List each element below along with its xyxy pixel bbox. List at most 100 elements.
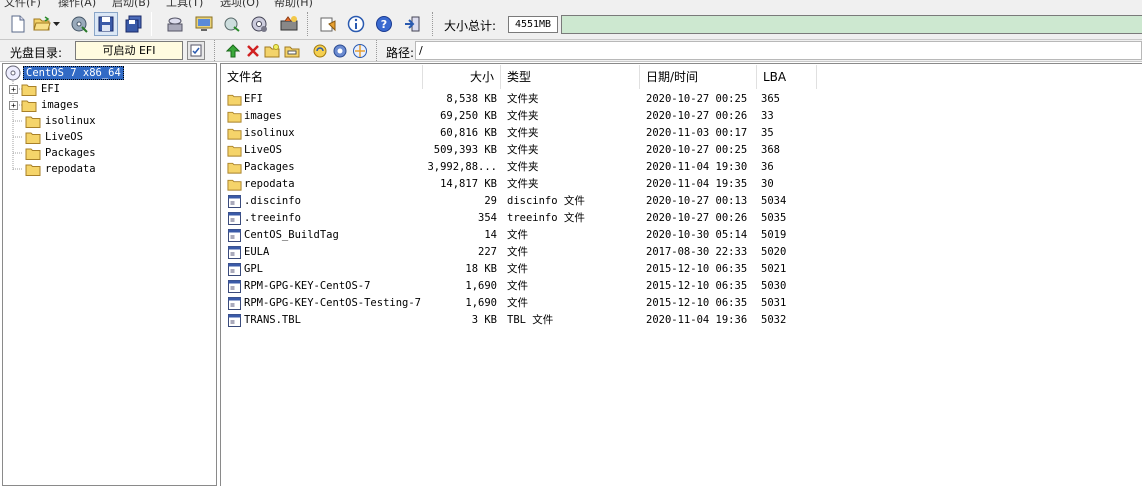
- boot-type-field[interactable]: 可启动 EFI: [75, 41, 183, 60]
- column-header-lba[interactable]: LBA: [757, 65, 817, 89]
- file-row[interactable]: isolinux 60,816 KB 文件夹 2020-11-03 00:17 35: [221, 125, 1142, 142]
- file-lba: 5035: [761, 212, 787, 224]
- column-header-type[interactable]: 类型: [501, 65, 640, 89]
- delete-button[interactable]: [243, 41, 262, 60]
- menu-boot[interactable]: 启动(B): [112, 0, 150, 8]
- tree-item-packages[interactable]: Packages: [25, 145, 96, 161]
- properties-icon: [251, 16, 267, 32]
- rename-button[interactable]: [282, 41, 301, 60]
- tree-item-repodata[interactable]: repodata: [25, 161, 96, 177]
- file-name-cell: Packages: [227, 159, 423, 176]
- file-row[interactable]: TRANS.TBL 3 KB TBL 文件 2020-11-04 19:36 5032: [221, 312, 1142, 329]
- column-header-date[interactable]: 日期/时间: [640, 65, 757, 89]
- tree-item-efi[interactable]: + EFI: [9, 81, 60, 97]
- file-row[interactable]: repodata 14,817 KB 文件夹 2020-11-04 19:35 30: [221, 176, 1142, 193]
- burn-button[interactable]: [163, 12, 187, 36]
- menu-help[interactable]: 帮助(H): [274, 0, 313, 8]
- open-dropdown[interactable]: [50, 12, 62, 36]
- saveas-button[interactable]: [122, 12, 146, 36]
- menu-tools[interactable]: 工具(T): [166, 0, 203, 8]
- expand-icon[interactable]: +: [9, 100, 18, 110]
- path-label: 路径:: [386, 46, 415, 60]
- svg-text:?: ?: [381, 18, 387, 31]
- file-date: 2015-12-10 06:35: [646, 297, 748, 309]
- file-date: 2020-11-04 19:35: [646, 178, 748, 190]
- expand-icon[interactable]: +: [9, 84, 18, 94]
- file-type: 文件夹: [507, 178, 539, 190]
- menu-options[interactable]: 选项(O): [220, 0, 259, 8]
- file-row[interactable]: images 69,250 KB 文件夹 2020-10-27 00:26 33: [221, 108, 1142, 125]
- file-size: 1,690: [465, 280, 497, 292]
- new-folder-button[interactable]: [262, 41, 281, 60]
- file-name: GPL: [244, 263, 263, 275]
- new-button[interactable]: [6, 12, 30, 36]
- directory-tree[interactable]: CentOS 7 x86_64 + EFI + images isolinux …: [2, 63, 217, 486]
- file-date: 2020-10-27 00:26: [646, 110, 748, 122]
- file-name-cell: LiveOS: [227, 142, 423, 159]
- file-row[interactable]: Packages 3,992,88... 文件夹 2020-11-04 19:30 36: [221, 159, 1142, 176]
- refresh-button[interactable]: [310, 41, 329, 60]
- boot-properties-button[interactable]: [187, 41, 205, 60]
- file-row[interactable]: CentOS_BuildTag 14 文件 2020-10-30 05:14 5019: [221, 227, 1142, 244]
- file-lba: 365: [761, 93, 780, 105]
- exit-button[interactable]: [400, 12, 424, 36]
- checklist-icon: [190, 44, 202, 57]
- file-name-cell: EFI: [227, 91, 423, 108]
- new-folder-icon: [264, 43, 279, 57]
- up-level-button[interactable]: [223, 41, 242, 60]
- column-header-name[interactable]: 文件名: [221, 65, 423, 89]
- file-row[interactable]: RPM-GPG-KEY-CentOS-7 1,690 文件 2015-12-10 06…: [221, 278, 1142, 295]
- menu-action[interactable]: 操作(A): [58, 0, 96, 8]
- disc-path-bar: 光盘目录: 可启动 EFI 路径: /: [0, 40, 1142, 62]
- info-icon: [347, 15, 365, 33]
- path-field[interactable]: /: [415, 41, 1142, 60]
- settings-button[interactable]: [316, 12, 340, 36]
- menu-file[interactable]: 文件(F): [4, 0, 41, 8]
- folder-icon: [25, 116, 41, 128]
- help-button[interactable]: ?: [372, 12, 396, 36]
- file-type: 文件: [507, 263, 528, 275]
- explorer-button[interactable]: [350, 41, 369, 60]
- properties-button[interactable]: [247, 12, 271, 36]
- file-lba: 5030: [761, 280, 787, 292]
- extract-button[interactable]: [67, 12, 91, 36]
- tree-item-liveos[interactable]: LiveOS: [25, 129, 83, 145]
- tree-root[interactable]: CentOS 7 x86_64: [5, 65, 124, 81]
- file-row[interactable]: .treeinfo 354 treeinfo 文件 2020-10-27 00:26 5…: [221, 210, 1142, 227]
- mount-button[interactable]: [192, 12, 216, 36]
- size-usage-bar: [561, 15, 1142, 34]
- save-button[interactable]: [94, 12, 118, 36]
- toolbar-grip: [307, 12, 310, 36]
- file-type: treeinfo 文件: [507, 212, 585, 224]
- virtual-drive-icon: [280, 16, 298, 31]
- folder-icon: [227, 179, 242, 191]
- file-row[interactable]: .discinfo 29 discinfo 文件 2020-10-27 00:13 50…: [221, 193, 1142, 210]
- main-toolbar: ? 大小总计: 4551MB: [0, 8, 1142, 40]
- disc-icon: [5, 65, 21, 81]
- file-list[interactable]: 文件名 大小 类型 日期/时间 LBA EFI 8,538 KB 文件夹 2020-1…: [220, 63, 1142, 486]
- refresh-icon: [313, 44, 326, 57]
- up-arrow-icon: [225, 43, 240, 57]
- file-row[interactable]: RPM-GPG-KEY-CentOS-Testing-7 1,690 文件 2015-…: [221, 295, 1142, 312]
- tree-item-isolinux[interactable]: isolinux: [25, 113, 96, 129]
- folder-icon: [227, 111, 242, 123]
- options-button[interactable]: [330, 41, 349, 60]
- file-row[interactable]: LiveOS 509,393 KB 文件夹 2020-10-27 00:25 368: [221, 142, 1142, 159]
- save-icon: [98, 16, 114, 32]
- file-name: isolinux: [244, 127, 295, 139]
- file-name: RPM-GPG-KEY-CentOS-7: [244, 280, 371, 292]
- file-row[interactable]: GPL 18 KB 文件 2015-12-10 06:35 5021: [221, 261, 1142, 278]
- file-name-cell: repodata: [227, 176, 423, 193]
- file-name-cell: EULA: [227, 244, 423, 261]
- file-row[interactable]: EFI 8,538 KB 文件夹 2020-10-27 00:25 365: [221, 91, 1142, 108]
- tree-item-images[interactable]: + images: [9, 97, 79, 113]
- compress-button[interactable]: [220, 12, 244, 36]
- file-lba: 368: [761, 144, 780, 156]
- file-date: 2020-10-27 00:25: [646, 93, 748, 105]
- file-name-cell: GPL: [227, 261, 423, 278]
- virtual-drive-button[interactable]: [277, 12, 301, 36]
- info-button[interactable]: [344, 12, 368, 36]
- file-type: 文件夹: [507, 110, 539, 122]
- file-row[interactable]: EULA 227 文件 2017-08-30 22:33 5020: [221, 244, 1142, 261]
- column-header-size[interactable]: 大小: [423, 65, 501, 89]
